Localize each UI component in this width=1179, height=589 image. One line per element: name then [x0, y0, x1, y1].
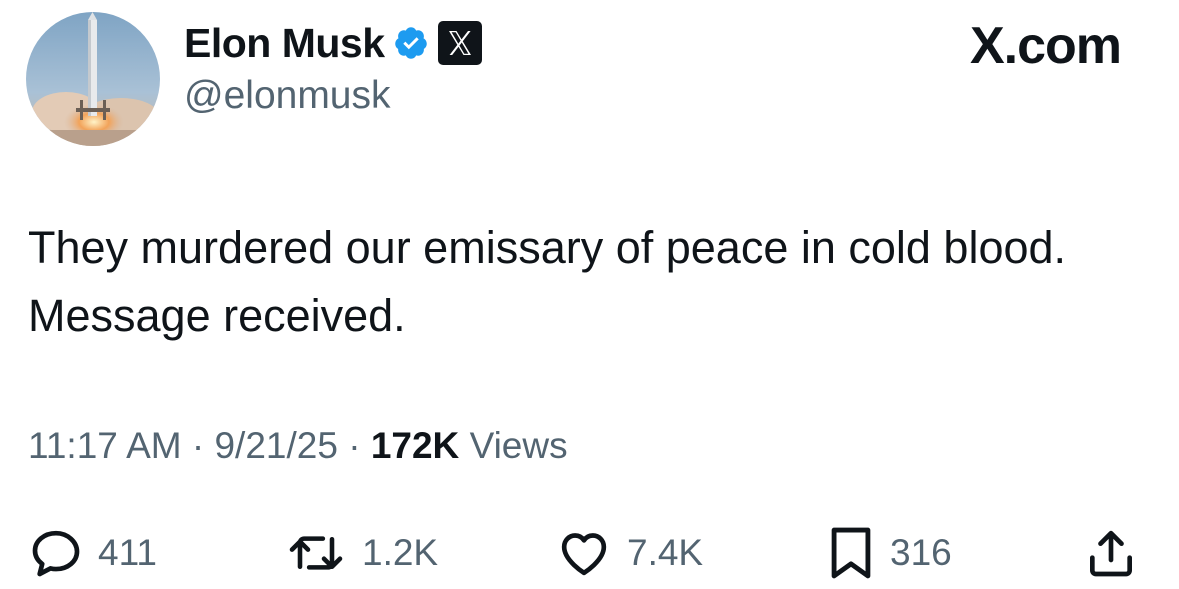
share-icon: [1090, 530, 1132, 577]
author-display-name[interactable]: Elon Musk: [184, 20, 385, 67]
action-bar: 411 1.2K 7.4K 316: [0, 525, 1179, 581]
x-logo-icon: [437, 20, 483, 66]
avatar[interactable]: [26, 12, 160, 146]
bookmark-icon: [831, 527, 871, 579]
repost-button[interactable]: 1.2K: [284, 525, 438, 581]
author-name-row: Elon Musk: [184, 18, 483, 68]
tweet-meta: 11:17 AM · 9/21/25 · 172K Views: [28, 425, 568, 467]
like-count: 7.4K: [627, 532, 704, 573]
bookmark-count: 316: [890, 532, 952, 573]
tweet-text: They murdered our emissary of peace in c…: [28, 222, 1067, 341]
heart-icon: [561, 533, 607, 576]
meta-separator: ·: [348, 425, 361, 466]
author-handle[interactable]: @elonmusk: [184, 74, 391, 118]
brand-logo: X.com: [969, 16, 1122, 76]
tweet-date[interactable]: 9/21/25: [214, 425, 337, 466]
rocket-launch-image: [26, 12, 160, 146]
repost-icon: [289, 536, 343, 570]
reply-icon: [32, 530, 80, 577]
repost-count: 1.2K: [362, 532, 439, 573]
views-label: Views: [469, 425, 568, 466]
tweet-time[interactable]: 11:17 AM: [28, 425, 182, 466]
share-button[interactable]: [1083, 525, 1139, 581]
like-button[interactable]: 7.4K: [555, 525, 703, 581]
bookmark-button[interactable]: 316: [826, 525, 952, 581]
meta-separator: ·: [191, 425, 205, 466]
verified-badge-icon: [393, 25, 429, 61]
views-count: 172K: [370, 425, 460, 466]
brand-text: X.com: [969, 17, 1122, 75]
reply-count: 411: [98, 532, 157, 573]
reply-button[interactable]: 411: [28, 525, 157, 581]
